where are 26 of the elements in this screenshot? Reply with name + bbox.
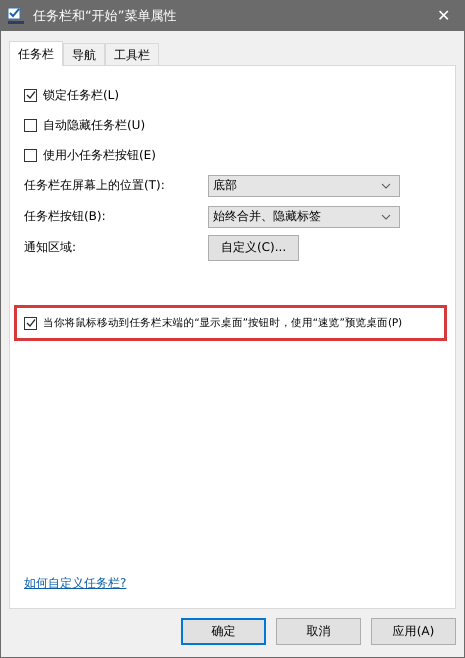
chevron-down-icon	[381, 182, 391, 188]
checkbox-label: 锁定任务栏(L)	[43, 86, 120, 104]
dialog-button[interactable]: 确定	[181, 618, 266, 645]
tab[interactable]: 导航	[63, 43, 105, 65]
checkbox[interactable]	[24, 118, 37, 132]
dropdown[interactable]: 底部	[208, 174, 400, 196]
setting-label: 任务栏按钮(B):	[24, 208, 107, 225]
setting-label: 通知区域:	[24, 239, 78, 256]
chevron-down-icon	[381, 214, 391, 220]
checkbox[interactable]	[24, 148, 37, 162]
checkbox-label: 自动隐藏任务栏(U)	[43, 116, 146, 134]
checkbox[interactable]	[24, 316, 37, 330]
setting-label: 任务栏在屏幕上的位置(T):	[24, 177, 166, 194]
customize-button[interactable]: 自定义(C)...	[208, 234, 300, 260]
dialog-button[interactable]: 取消	[276, 618, 361, 645]
checkbox-label: 当你将鼠标移动到任务栏末端的“显示桌面”按钮时，使用“速览”预览桌面(P)	[43, 316, 402, 330]
taskbar-app-icon	[7, 7, 25, 25]
tab[interactable]: 任务栏	[9, 41, 63, 66]
checkbox[interactable]	[24, 88, 37, 102]
dialog-button[interactable]: 应用(A)	[371, 618, 456, 645]
tab[interactable]: 工具栏	[105, 43, 159, 65]
window-title: 任务栏和“开始”菜单属性	[33, 8, 178, 25]
help-link[interactable]: 如何自定义任务栏?	[24, 575, 439, 592]
checkbox-label: 使用小任务栏按钮(E)	[43, 146, 156, 164]
dropdown[interactable]: 始终合并、隐藏标签	[208, 206, 400, 228]
close-button[interactable]: ✕	[429, 6, 458, 26]
